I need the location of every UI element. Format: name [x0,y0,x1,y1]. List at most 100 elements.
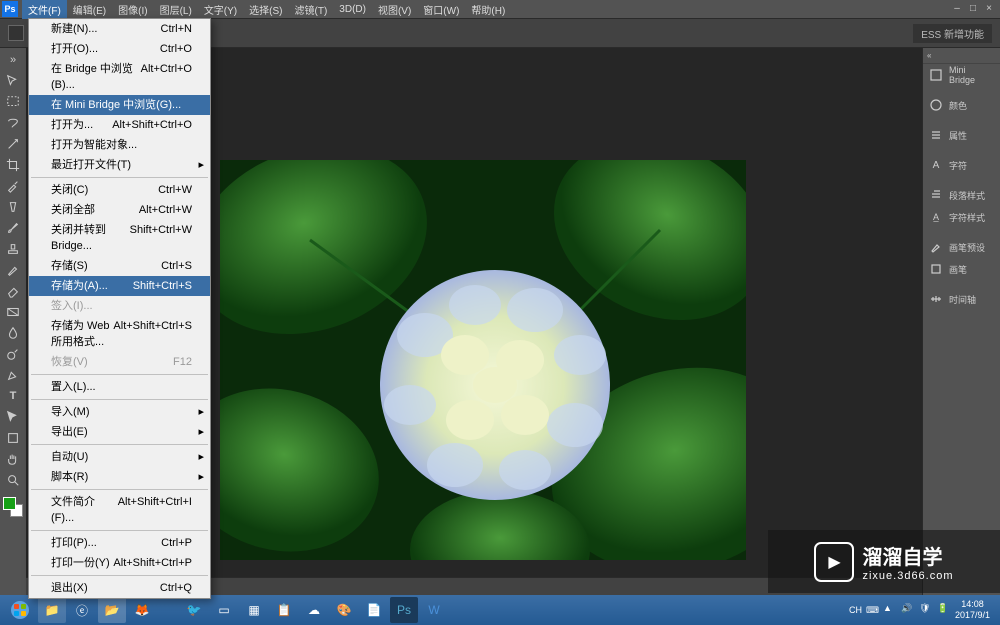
path-tool[interactable] [2,407,24,427]
taskbar-app-4[interactable]: ▦ [240,597,268,623]
watermark-url: zixue.3d66.com [862,570,953,582]
file-menu-item[interactable]: 新建(N)...Ctrl+N [29,19,210,39]
file-menu-item[interactable]: 退出(X)Ctrl+Q [29,578,210,598]
file-menu-item[interactable]: 关闭全部Alt+Ctrl+W [29,200,210,220]
brush-icon [929,240,943,254]
taskbar-app-1[interactable]: 📁 [38,597,66,623]
menu-filter[interactable]: 滤镜(T) [289,0,334,19]
workspace-switcher[interactable]: ESS 新增功能 [913,24,992,43]
ps-logo-icon: Ps [2,1,18,17]
text-tool[interactable]: T [2,386,24,406]
menu-3d[interactable]: 3D(D) [333,2,372,17]
crop-tool[interactable] [2,155,24,175]
menu-edit[interactable]: 编辑(E) [67,0,112,19]
blur-tool[interactable] [2,323,24,343]
panel-parastyle[interactable]: 段落样式 [923,184,1000,206]
file-menu-item[interactable]: 签入(I)... [29,296,210,316]
panel-props[interactable]: 属性 [923,124,1000,146]
props-icon [929,128,943,142]
cstyle-icon: A̲ [929,210,943,224]
panel-timeline[interactable]: 时间轴 [923,288,1000,310]
panel-brush[interactable]: 画笔 [923,258,1000,280]
menubar: Ps 文件(F) 编辑(E) 图像(I) 图层(L) 文字(Y) 选择(S) 滤… [0,0,1000,18]
lasso-tool[interactable] [2,113,24,133]
file-menu-item[interactable]: 存储(S)Ctrl+S [29,256,210,276]
file-menu-item[interactable]: 打开(O)...Ctrl+O [29,39,210,59]
file-menu-item[interactable]: 存储为 Web 所用格式...Alt+Shift+Ctrl+S [29,316,210,352]
brush-tool[interactable] [2,218,24,238]
file-menu-item[interactable]: 打印(P)...Ctrl+P [29,533,210,553]
tray-flag-icon[interactable]: ▲ [883,603,897,617]
menu-window[interactable]: 窗口(W) [417,0,465,19]
history-brush-tool[interactable] [2,260,24,280]
taskbar-app-8[interactable]: 📄 [360,597,388,623]
file-menu-item[interactable]: 在 Bridge 中浏览(B)...Alt+Ctrl+O [29,59,210,95]
menu-type[interactable]: 文字(Y) [198,0,243,19]
collapse-icon[interactable]: » [2,50,24,70]
panel-char[interactable]: A字符 [923,154,1000,176]
panel-brushpreset[interactable]: 画笔预设 [923,236,1000,258]
menu-help[interactable]: 帮助(H) [465,0,511,19]
file-menu-item[interactable]: 导入(M)▸ [29,402,210,422]
file-menu-item[interactable]: 脚本(R)▸ [29,467,210,487]
file-menu-item[interactable]: 最近打开文件(T)▸ [29,155,210,175]
watermark-logo-icon [814,542,854,582]
taskbar-app-3[interactable]: ▭ [210,597,238,623]
taskbar-app-6[interactable]: ☁ [300,597,328,623]
system-tray: CH ⌨ ▲ 🔊 🛡 🔋 14:082017/9/1 [849,599,996,621]
tray-battery-icon[interactable]: 🔋 [937,603,951,617]
eraser-tool[interactable] [2,281,24,301]
move-tool[interactable] [2,71,24,91]
shape-tool[interactable] [2,428,24,448]
panel-color[interactable]: 颜色 [923,94,1000,116]
maximize-icon[interactable]: □ [966,3,980,15]
taskbar-explorer[interactable]: 📂 [98,597,126,623]
file-menu-item[interactable]: 导出(E)▸ [29,422,210,442]
file-menu-item[interactable]: 恢复(V)F12 [29,352,210,372]
tray-lang[interactable]: CH [849,605,862,615]
file-menu-item[interactable]: 文件简介(F)...Alt+Shift+Ctrl+I [29,492,210,528]
stamp-tool[interactable] [2,239,24,259]
eyedropper-tool[interactable] [2,176,24,196]
menu-image[interactable]: 图像(I) [112,0,153,19]
dodge-tool[interactable] [2,344,24,364]
file-menu-item[interactable]: 自动(U)▸ [29,447,210,467]
file-menu-item[interactable]: 关闭并转到 Bridge...Shift+Ctrl+W [29,220,210,256]
taskbar-clock[interactable]: 14:082017/9/1 [955,599,990,621]
menu-file[interactable]: 文件(F) [22,0,67,19]
heal-tool[interactable] [2,197,24,217]
close-icon[interactable]: × [982,3,996,15]
tray-ime-icon[interactable]: ⌨ [866,605,879,616]
file-menu-item[interactable]: 在 Mini Bridge 中浏览(G)... [29,95,210,115]
taskbar-photoshop[interactable]: Ps [390,597,418,623]
taskbar-app-2[interactable]: 🐦 [180,597,208,623]
taskbar-ie[interactable]: ⓔ [68,597,96,623]
menu-layer[interactable]: 图层(L) [154,0,198,19]
color-swatch[interactable] [3,497,23,517]
hand-tool[interactable] [2,449,24,469]
file-menu-item[interactable]: 置入(L)... [29,377,210,397]
menu-view[interactable]: 视图(V) [372,0,417,19]
zoom-tool[interactable] [2,470,24,490]
taskbar-app-5[interactable]: 📋 [270,597,298,623]
file-menu-item[interactable]: 存储为(A)...Shift+Ctrl+S [29,276,210,296]
pen-tool[interactable] [2,365,24,385]
taskbar-firefox[interactable]: 🦊 [128,597,156,623]
minimize-icon[interactable]: – [950,3,964,15]
menu-select[interactable]: 选择(S) [243,0,288,19]
panel-charstyle[interactable]: A̲字符样式 [923,206,1000,228]
tray-shield-icon[interactable]: 🛡 [919,603,933,617]
panel-minibridge[interactable]: Mini Bridge [923,64,1000,86]
taskbar-app-7[interactable]: 🎨 [330,597,358,623]
marquee-tool[interactable] [2,92,24,112]
start-button[interactable] [4,597,36,623]
panel-collapse[interactable]: « [923,48,1000,64]
gradient-tool[interactable] [2,302,24,322]
file-menu-item[interactable]: 打开为智能对象... [29,135,210,155]
taskbar-word[interactable]: W [420,597,448,623]
tray-net-icon[interactable]: 🔊 [901,603,915,617]
wand-tool[interactable] [2,134,24,154]
file-menu-item[interactable]: 打开为...Alt+Shift+Ctrl+O [29,115,210,135]
file-menu-item[interactable]: 关闭(C)Ctrl+W [29,180,210,200]
file-menu-item[interactable]: 打印一份(Y)Alt+Shift+Ctrl+P [29,553,210,573]
